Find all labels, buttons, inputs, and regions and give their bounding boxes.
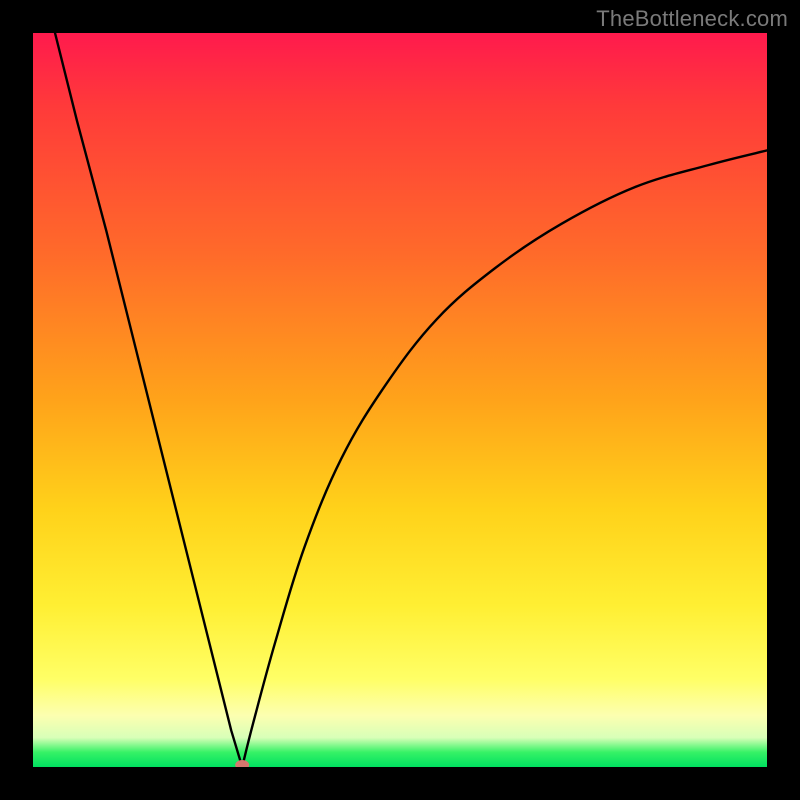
curve-svg (33, 33, 767, 767)
watermark-text: TheBottleneck.com (596, 6, 788, 32)
minimum-marker (235, 760, 249, 767)
bottleneck-curve (55, 33, 767, 767)
plot-area (33, 33, 767, 767)
chart-frame: TheBottleneck.com (0, 0, 800, 800)
